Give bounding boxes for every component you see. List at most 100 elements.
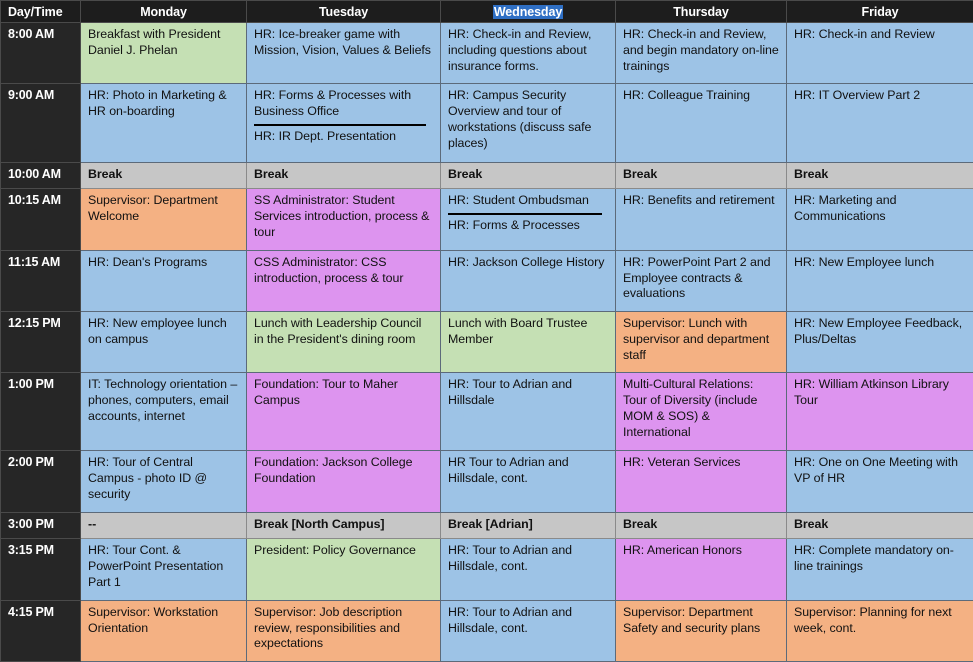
header-row: Day/Time Monday Tuesday Wednesday Thursday Fr… bbox=[0, 0, 973, 23]
schedule-entry-text: HR: New Employee lunch bbox=[794, 254, 935, 269]
schedule-cell-mon[interactable]: HR: Dean's Programs bbox=[80, 249, 247, 312]
schedule-entry-text: HR: Photo in Marketing & HR on-boarding bbox=[88, 88, 227, 119]
schedule-cell-tue[interactable]: HR: Ice-breaker game with Mission, Visio… bbox=[246, 21, 441, 85]
schedule-entry-text: HR: Complete mandatory on-line trainings bbox=[794, 543, 954, 574]
schedule-cell-wed[interactable]: HR: Student Ombudsman HR: Forms & Process… bbox=[440, 188, 616, 251]
schedule-cell-tue[interactable]: SS Administrator: Student Services intro… bbox=[246, 188, 441, 251]
schedule-cell-wed[interactable]: HR: Tour to Adrian and Hillsdale, cont. bbox=[440, 599, 616, 662]
time-label-cell: 3:00 PM bbox=[0, 511, 81, 540]
schedule-entry-text: Supervisor: Planning for next week, cont… bbox=[794, 604, 952, 635]
column-header-wed[interactable]: Wednesday bbox=[440, 0, 616, 23]
table-row: 3:15 PM HR: Tour Cont. & PowerPoint Prese… bbox=[0, 538, 973, 601]
schedule-cell-mon[interactable]: HR: Tour of Central Campus - photo ID @ … bbox=[80, 450, 247, 513]
schedule-cell-wed[interactable]: HR: Campus Security Overview and tour of… bbox=[440, 83, 616, 163]
schedule-cell-thu[interactable]: Supervisor: Lunch with supervisor and de… bbox=[615, 310, 787, 374]
column-header-time[interactable]: Day/Time bbox=[0, 0, 81, 23]
schedule-cell-wed[interactable]: HR: Tour to Adrian and Hillsdale, cont. bbox=[440, 538, 616, 601]
schedule-cell-fri[interactable]: HR: William Atkinson Library Tour bbox=[786, 372, 973, 452]
schedule-cell-wed[interactable]: Break [Adrian] bbox=[440, 511, 616, 540]
schedule-cell-mon[interactable]: Supervisor: Workstation Orientation bbox=[80, 599, 247, 662]
schedule-cell-thu[interactable]: Supervisor: Department Safety and securi… bbox=[615, 599, 787, 662]
schedule-entry-text: Foundation: Jackson College Foundation bbox=[254, 455, 413, 486]
column-header-fri[interactable]: Friday bbox=[786, 0, 973, 23]
schedule-cell-fri[interactable]: HR: New Employee Feedback, Plus/Deltas bbox=[786, 310, 973, 374]
schedule-cell-thu[interactable]: HR: Colleague Training bbox=[615, 83, 787, 163]
schedule-cell-wed[interactable]: HR: Jackson College History bbox=[440, 249, 616, 312]
schedule-cell-thu[interactable]: Multi-Cultural Relations: Tour of Divers… bbox=[615, 372, 787, 452]
schedule-cell-tue[interactable]: Break bbox=[246, 161, 441, 190]
column-header-mon[interactable]: Monday bbox=[80, 0, 247, 23]
schedule-cell-mon[interactable]: HR: Tour Cont. & PowerPoint Presentation… bbox=[80, 538, 247, 601]
schedule-cell-tue[interactable]: Foundation: Tour to Maher Campus bbox=[246, 372, 441, 452]
schedule-entry-text: HR: Tour of Central Campus - photo ID @ … bbox=[88, 455, 208, 502]
schedule-entry-text: HR: Check-in and Review bbox=[794, 27, 935, 41]
schedule-cell-tue[interactable]: Foundation: Jackson College Foundation bbox=[246, 450, 441, 513]
schedule-entry-secondary: HR: Forms & Processes bbox=[448, 218, 580, 233]
schedule-entry-text: HR: New employee lunch on campus bbox=[88, 315, 227, 346]
schedule-cell-wed[interactable]: HR: Check-in and Review, including quest… bbox=[440, 21, 616, 85]
column-header-label: Friday bbox=[861, 4, 899, 19]
schedule-cell-mon[interactable]: Breakfast with President Daniel J. Phela… bbox=[80, 21, 247, 85]
schedule-cell-thu[interactable]: HR: Check-in and Review, and begin manda… bbox=[615, 21, 787, 85]
schedule-entry-text: Supervisor: Department Welcome bbox=[88, 193, 218, 224]
table-row: 10:15 AM Supervisor: Department Welcome SS… bbox=[0, 188, 973, 251]
table-row: 2:00 PM HR: Tour of Central Campus - phot… bbox=[0, 450, 973, 513]
schedule-cell-tue[interactable]: Break [North Campus] bbox=[246, 511, 441, 540]
schedule-cell-mon[interactable]: IT: Technology orientation – phones, com… bbox=[80, 372, 247, 452]
schedule-cell-fri[interactable]: Break bbox=[786, 511, 973, 540]
schedule-cell-thu[interactable]: HR: Veteran Services bbox=[615, 450, 787, 513]
column-header-label: Day/Time bbox=[8, 4, 63, 19]
schedule-cell-tue[interactable]: CSS Administrator: CSS introduction, pro… bbox=[246, 249, 441, 312]
schedule-entry-primary: HR: Student Ombudsman bbox=[448, 193, 589, 208]
schedule-cell-thu[interactable]: HR: American Honors bbox=[615, 538, 787, 601]
schedule-cell-fri[interactable]: HR: Marketing and Communications bbox=[786, 188, 973, 251]
schedule-cell-mon[interactable]: HR: New employee lunch on campus bbox=[80, 310, 247, 374]
schedule-entry-text: Lunch with Leadership Council in the Pre… bbox=[254, 315, 422, 346]
schedule-cell-fri[interactable]: HR: Complete mandatory on-line trainings bbox=[786, 538, 973, 601]
column-header-label: Wednesday bbox=[492, 4, 564, 19]
schedule-cell-fri[interactable]: HR: IT Overview Part 2 bbox=[786, 83, 973, 163]
schedule-cell-tue[interactable]: President: Policy Governance bbox=[246, 538, 441, 601]
schedule-cell-wed[interactable]: HR: Tour to Adrian and Hillsdale bbox=[440, 372, 616, 452]
schedule-cell-mon[interactable]: Break bbox=[80, 161, 247, 190]
schedule-cell-fri[interactable]: HR: New Employee lunch bbox=[786, 249, 973, 312]
time-label-cell: 10:15 AM bbox=[0, 188, 81, 251]
schedule-entry-text: Break [North Campus] bbox=[254, 516, 385, 531]
schedule-entry-text: Supervisor: Workstation Orientation bbox=[88, 604, 219, 635]
column-header-tue[interactable]: Tuesday bbox=[246, 0, 441, 23]
schedule-cell-fri[interactable]: HR: One on One Meeting with VP of HR bbox=[786, 450, 973, 513]
time-label-cell: 8:00 AM bbox=[0, 21, 81, 85]
schedule-cell-fri[interactable]: Supervisor: Planning for next week, cont… bbox=[786, 599, 973, 662]
schedule-entry-text: IT: Technology orientation – phones, com… bbox=[88, 377, 238, 423]
schedule-entry-text: HR: IT Overview Part 2 bbox=[794, 88, 921, 103]
schedule-entry-text: -- bbox=[88, 516, 97, 531]
schedule-cell-mon[interactable]: -- bbox=[80, 511, 247, 540]
schedule-cell-wed[interactable]: HR Tour to Adrian and Hillsdale, cont. bbox=[440, 450, 616, 513]
schedule-cell-mon[interactable]: HR: Photo in Marketing & HR on-boarding bbox=[80, 83, 247, 163]
split-entry-group: HR: Forms & Processes with Business Offi… bbox=[254, 88, 433, 145]
schedule-cell-fri[interactable]: Break bbox=[786, 161, 973, 190]
schedule-entry-text: HR: Check-in and Review, and begin manda… bbox=[623, 27, 779, 73]
time-label-cell: 11:15 AM bbox=[0, 249, 81, 312]
schedule-cell-wed[interactable]: Break bbox=[440, 161, 616, 190]
schedule-cell-thu[interactable]: Break bbox=[615, 161, 787, 190]
schedule-cell-tue[interactable]: Supervisor: Job description review, resp… bbox=[246, 599, 441, 662]
schedule-entry-text: HR: Colleague Training bbox=[623, 88, 751, 103]
schedule-entry-text: HR: American Honors bbox=[623, 543, 742, 558]
schedule-cell-mon[interactable]: Supervisor: Department Welcome bbox=[80, 188, 247, 251]
schedule-cell-fri[interactable]: HR: Check-in and Review bbox=[786, 21, 973, 85]
time-label-cell: 12:15 PM bbox=[0, 310, 81, 374]
table-header: Day/Time Monday Tuesday Wednesday Thursday Fr… bbox=[0, 0, 973, 23]
time-label-cell: 10:00 AM bbox=[0, 161, 81, 190]
schedule-cell-wed[interactable]: Lunch with Board Trustee Member bbox=[440, 310, 616, 374]
table-row: 1:00 PM IT: Technology orientation – phon… bbox=[0, 372, 973, 452]
time-label-cell: 9:00 AM bbox=[0, 83, 81, 163]
schedule-cell-tue[interactable]: Lunch with Leadership Council in the Pre… bbox=[246, 310, 441, 374]
schedule-cell-thu[interactable]: Break bbox=[615, 511, 787, 540]
schedule-entry-text: Break [Adrian] bbox=[448, 516, 533, 531]
column-header-thu[interactable]: Thursday bbox=[615, 0, 787, 23]
schedule-cell-thu[interactable]: HR: PowerPoint Part 2 and Employee contr… bbox=[615, 249, 787, 312]
schedule-cell-thu[interactable]: HR: Benefits and retirement bbox=[615, 188, 787, 251]
schedule-entry-text: Break bbox=[88, 166, 123, 181]
schedule-cell-tue[interactable]: HR: Forms & Processes with Business Offi… bbox=[246, 83, 441, 163]
